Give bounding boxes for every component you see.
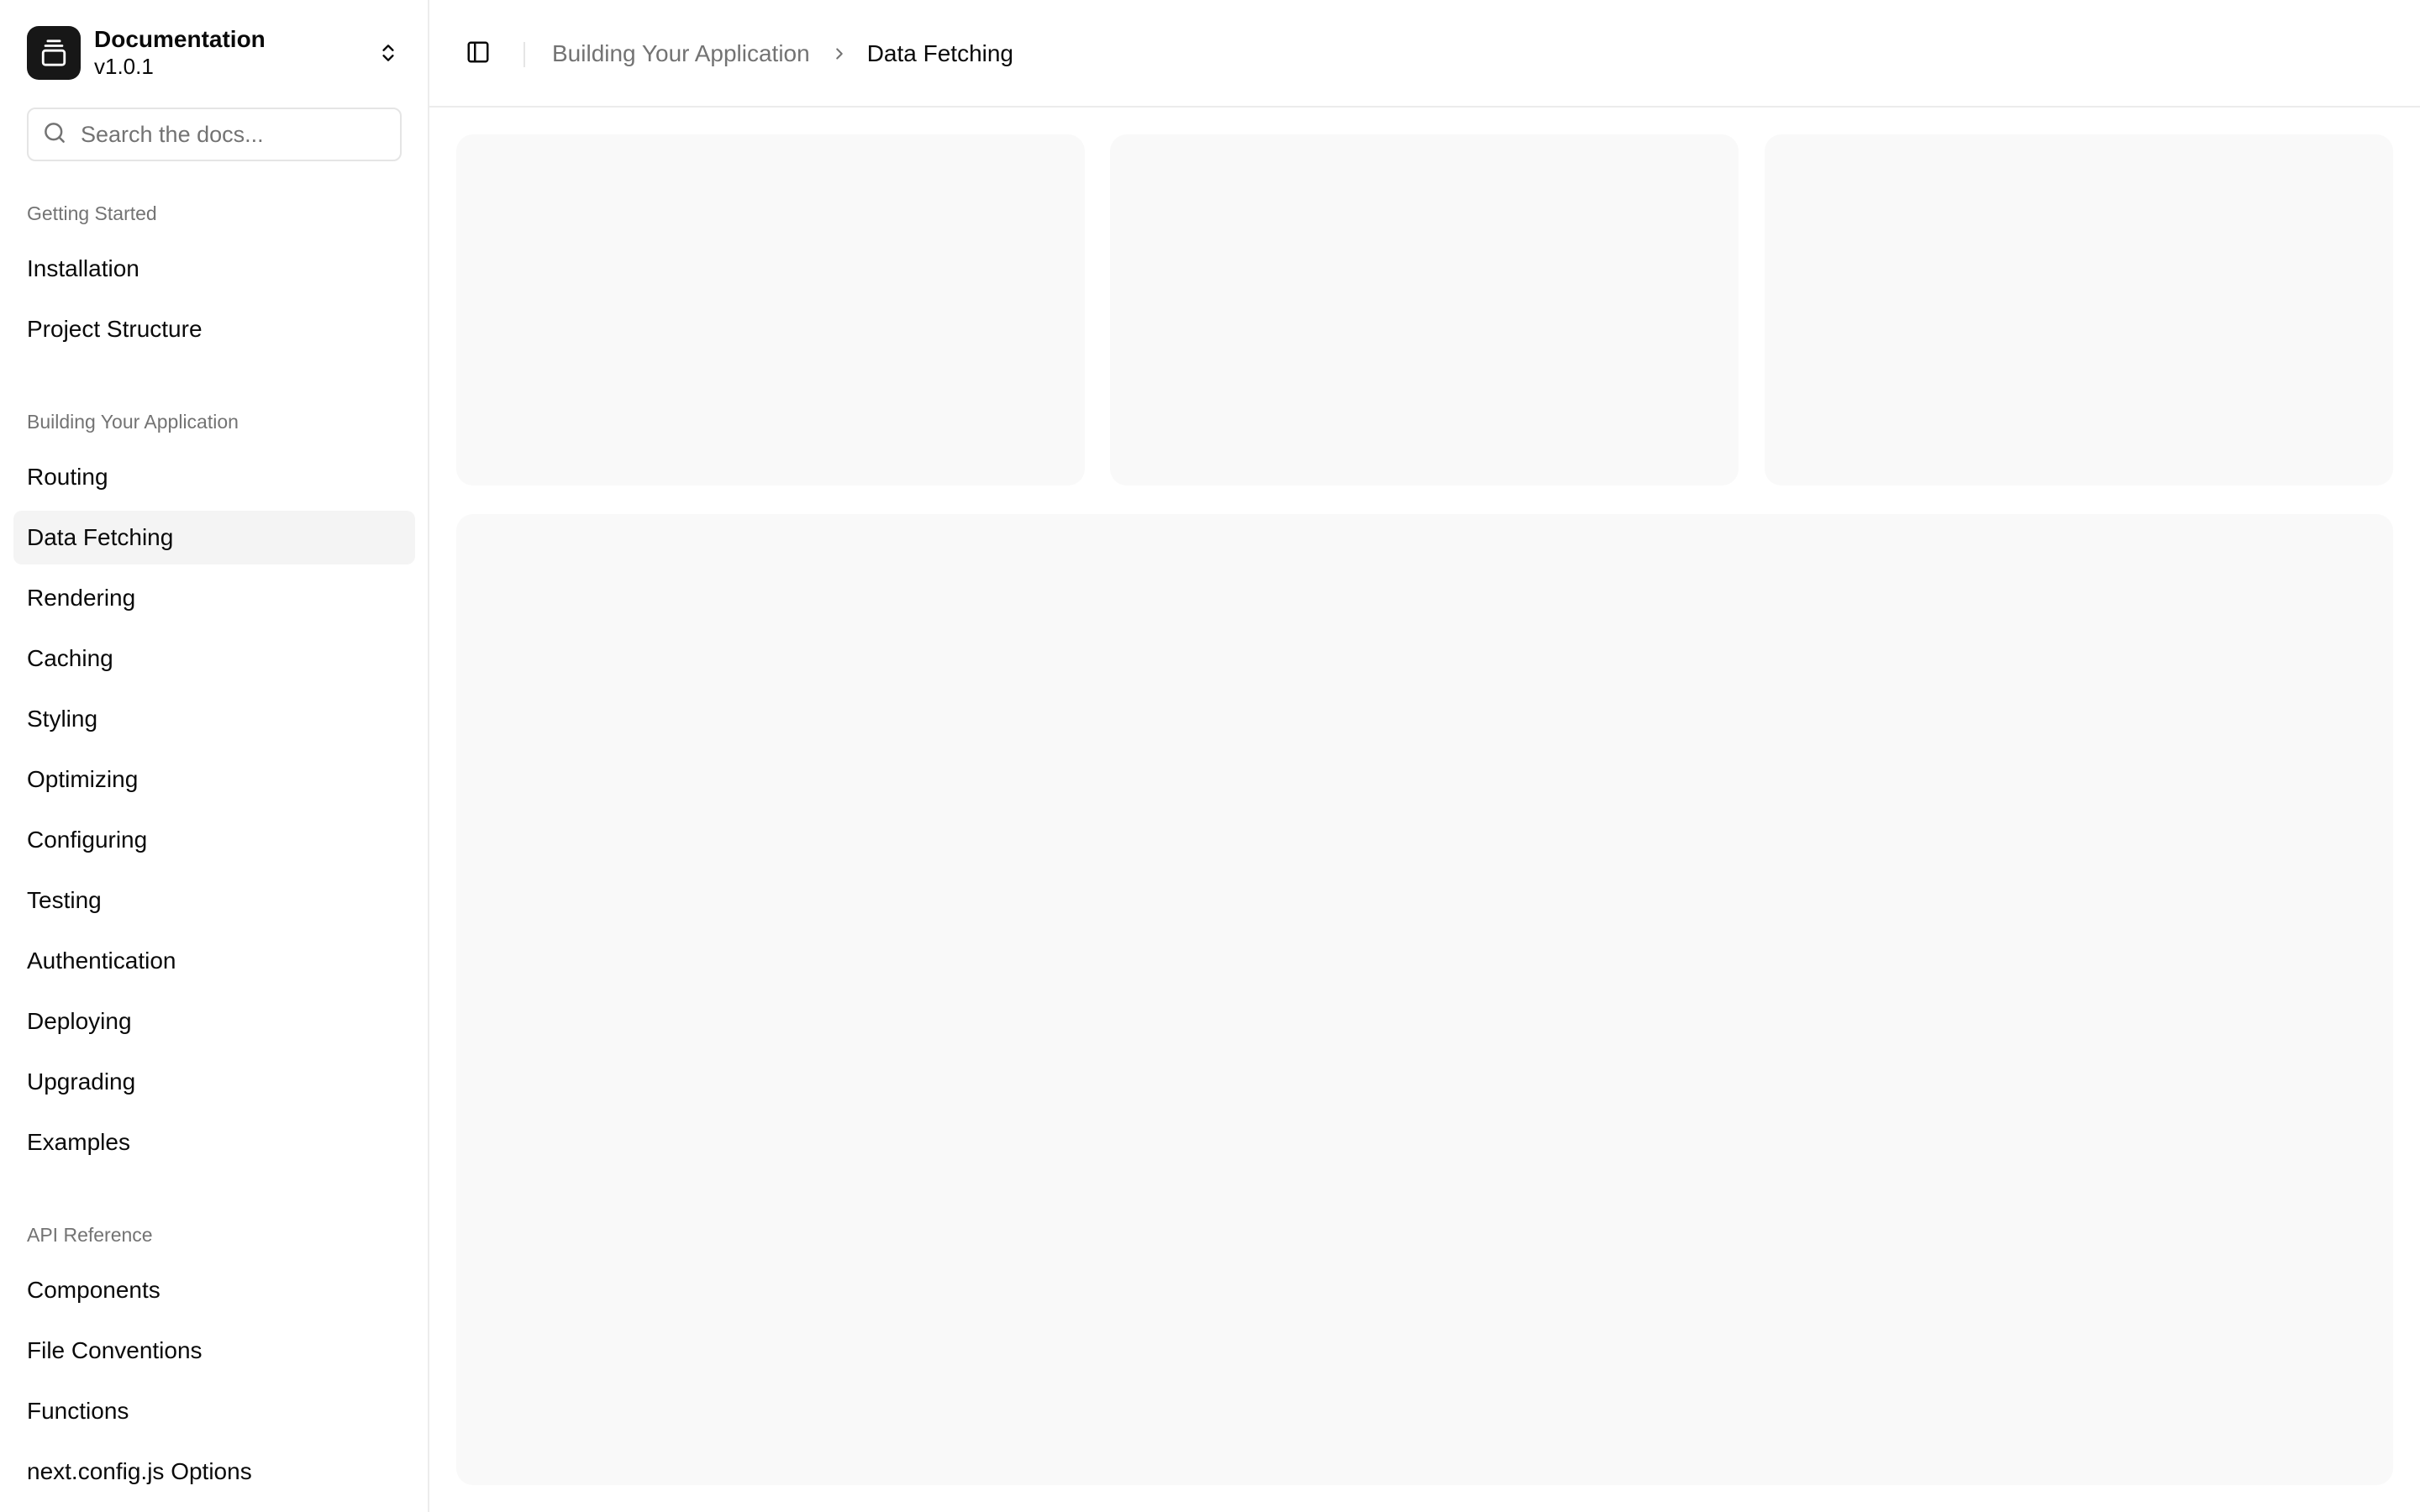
sidebar-item-deploying[interactable]: Deploying xyxy=(13,995,415,1048)
group-label-api-reference: API Reference xyxy=(27,1224,153,1246)
sidebar-item-examples[interactable]: Examples xyxy=(13,1116,415,1169)
sidebar-item-file-conventions[interactable]: File Conventions xyxy=(13,1324,415,1378)
sidebar-item-routing[interactable]: Routing xyxy=(13,450,415,504)
sidebar-item-rendering[interactable]: Rendering xyxy=(13,571,415,625)
chevrons-up-down-icon xyxy=(376,38,400,68)
sidebar-item-next-config-options[interactable]: next.config.js Options xyxy=(13,1445,415,1499)
team-name: Documentation xyxy=(94,25,266,52)
sidebar-item-caching[interactable]: Caching xyxy=(13,632,415,685)
sidebar-item-data-fetching[interactable]: Data Fetching xyxy=(13,511,415,564)
search-box[interactable] xyxy=(27,108,402,161)
sidebar-item-project-structure[interactable]: Project Structure xyxy=(13,302,415,356)
topbar: Building Your Application Data Fetching xyxy=(429,0,2420,108)
sidebar-item-testing[interactable]: Testing xyxy=(13,874,415,927)
team-version: v1.0.1 xyxy=(94,54,154,80)
skeleton-card-3 xyxy=(1765,134,2393,486)
skeleton-main-panel xyxy=(456,514,2393,1485)
sidebar-item-optimizing[interactable]: Optimizing xyxy=(13,753,415,806)
sidebar-item-authentication[interactable]: Authentication xyxy=(13,934,415,988)
group-label-getting-started: Getting Started xyxy=(27,202,157,224)
main-content: Building Your Application Data Fetching xyxy=(429,0,2420,1512)
skeleton-card-2 xyxy=(1110,134,1739,486)
breadcrumb: Building Your Application Data Fetching xyxy=(552,37,1013,71)
breadcrumb-link-building-your-application[interactable]: Building Your Application xyxy=(552,40,810,67)
search-input[interactable] xyxy=(81,121,383,148)
panel-left-icon xyxy=(466,39,491,69)
topbar-divider xyxy=(523,42,525,67)
team-text: Documentation v1.0.1 xyxy=(94,26,266,80)
team-switcher[interactable]: Documentation v1.0.1 xyxy=(27,25,403,81)
sidebar-item-configuring[interactable]: Configuring xyxy=(13,813,415,867)
sidebar-item-functions[interactable]: Functions xyxy=(13,1384,415,1438)
search-icon xyxy=(42,120,67,150)
group-label-building-your-application: Building Your Application xyxy=(27,411,239,433)
sidebar-item-components[interactable]: Components xyxy=(13,1263,415,1317)
breadcrumb-current-page: Data Fetching xyxy=(866,40,1014,66)
sidebar-item-upgrading[interactable]: Upgrading xyxy=(13,1055,415,1109)
sidebar-toggle-button[interactable] xyxy=(461,37,495,71)
gallery-vertical-end-icon xyxy=(27,26,81,80)
sidebar-item-installation[interactable]: Installation xyxy=(13,242,415,296)
skeleton-card-1 xyxy=(456,134,1085,486)
sidebar: Documentation v1.0.1 Getting Started Ins… xyxy=(0,0,429,1512)
chevron-right-icon xyxy=(830,45,849,63)
sidebar-item-styling[interactable]: Styling xyxy=(13,692,415,746)
